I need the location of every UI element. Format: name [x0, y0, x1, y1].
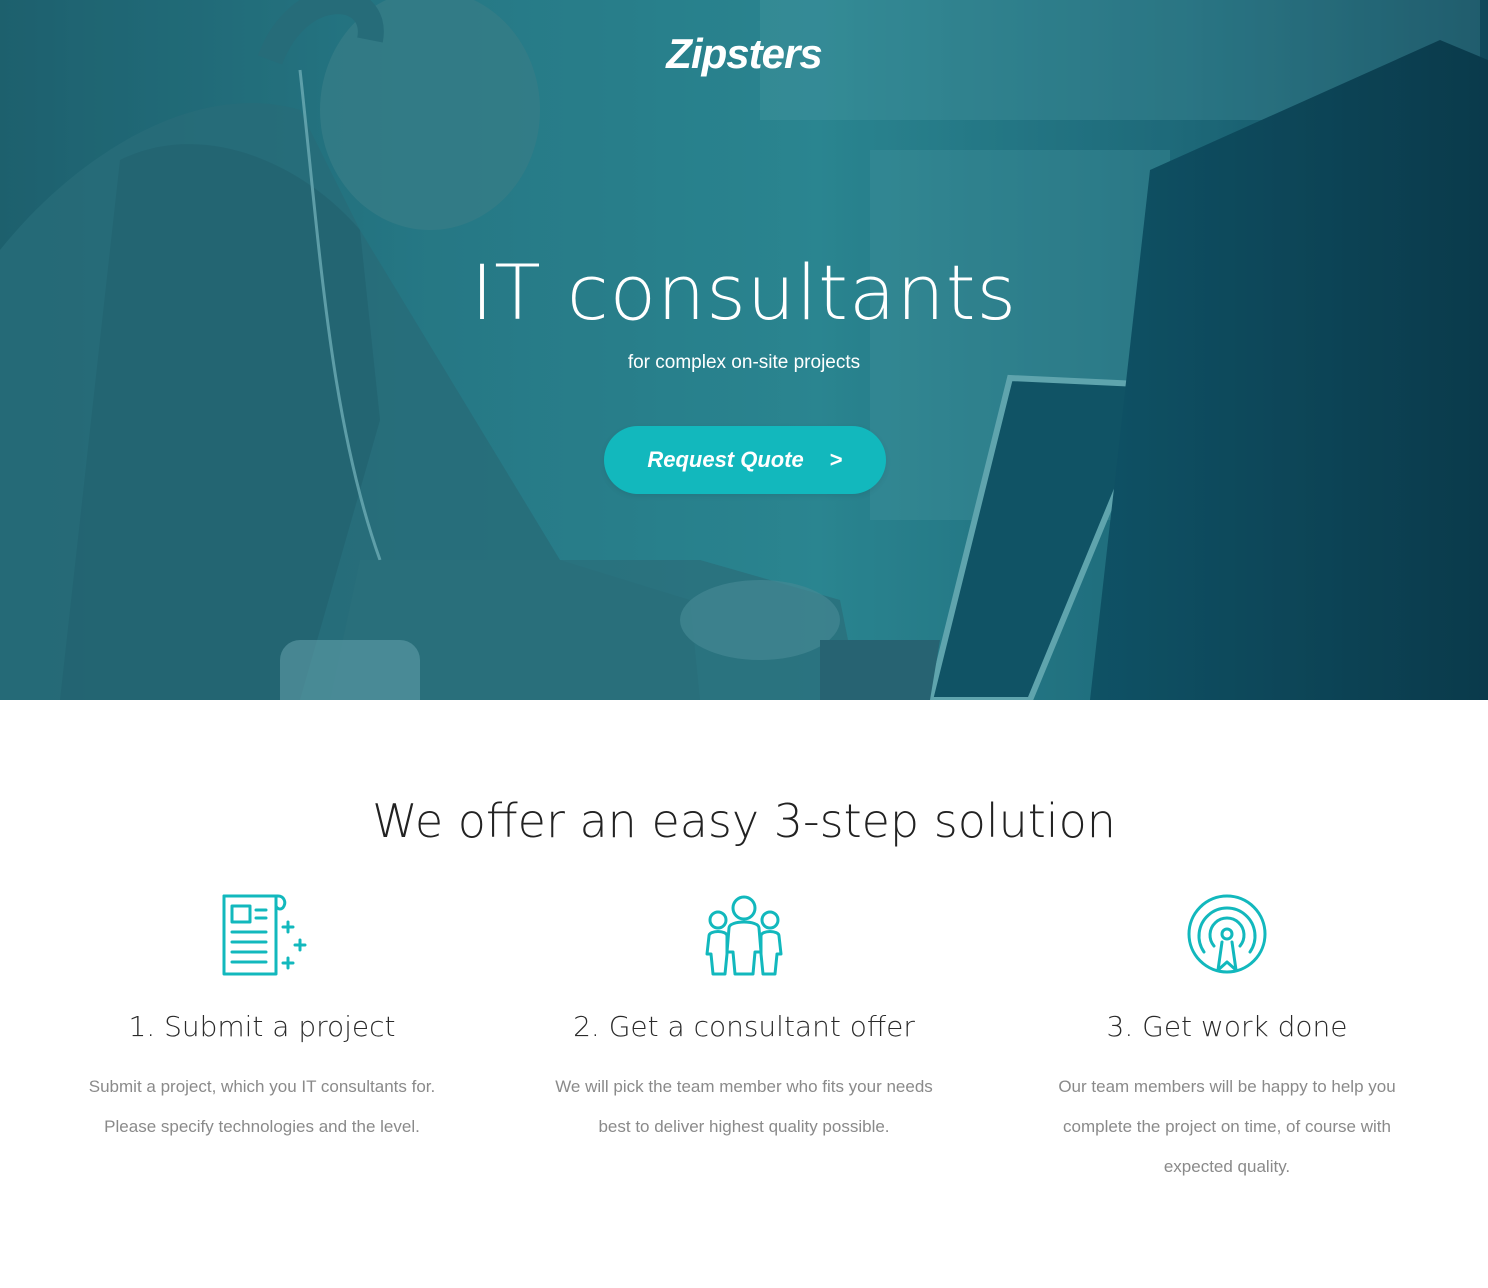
- step-description-line: expected quality.: [1163, 1157, 1291, 1176]
- step-description-line: Our team members will be happy to help y…: [1058, 1077, 1396, 1096]
- step-description-line: Submit a project, which you IT consultan…: [88, 1077, 436, 1096]
- step-title: 1. Submit a project: [128, 1010, 396, 1043]
- step-description: We will pick the team member who fits yo…: [534, 1067, 954, 1147]
- steps-section: 1. Submit a project Submit a project, wh…: [0, 890, 1488, 1210]
- target-icon: [1017, 890, 1437, 986]
- step-description: Submit a project, which you IT consultan…: [52, 1067, 472, 1147]
- hero-section: Zipsters IT consultants for complex on-s…: [0, 0, 1488, 700]
- step-description-line: best to deliver highest quality possible…: [598, 1117, 890, 1136]
- brand-logo[interactable]: Zipsters: [0, 30, 1488, 78]
- step-submit-project: 1. Submit a project Submit a project, wh…: [52, 890, 472, 1147]
- chevron-right-icon: >: [829, 447, 843, 472]
- hero-tint-overlay: [0, 0, 1488, 700]
- request-quote-label: Request Quote: [647, 447, 804, 472]
- request-quote-button[interactable]: Request Quote >: [604, 426, 886, 494]
- step-title: 3. Get work done: [1106, 1010, 1348, 1043]
- hero-title: IT consultants: [470, 248, 1018, 337]
- features-title: We offer an easy 3-step solution: [372, 794, 1116, 848]
- step-description-line: complete the project on time, of course …: [1063, 1117, 1391, 1136]
- hero-subtitle: for complex on-site projects: [627, 352, 861, 373]
- step-description: Our team members will be happy to help y…: [1017, 1067, 1437, 1187]
- step-description-line: Please specify technologies and the leve…: [104, 1117, 420, 1136]
- team-icon: [534, 890, 954, 986]
- step-title: 2. Get a consultant offer: [573, 1010, 915, 1043]
- step-description-line: We will pick the team member who fits yo…: [555, 1077, 933, 1096]
- step-work-done: 3. Get work done Our team members will b…: [1017, 890, 1437, 1187]
- step-consultant-offer: 2. Get a consultant offer We will pick t…: [534, 890, 954, 1147]
- document-icon: [52, 890, 472, 986]
